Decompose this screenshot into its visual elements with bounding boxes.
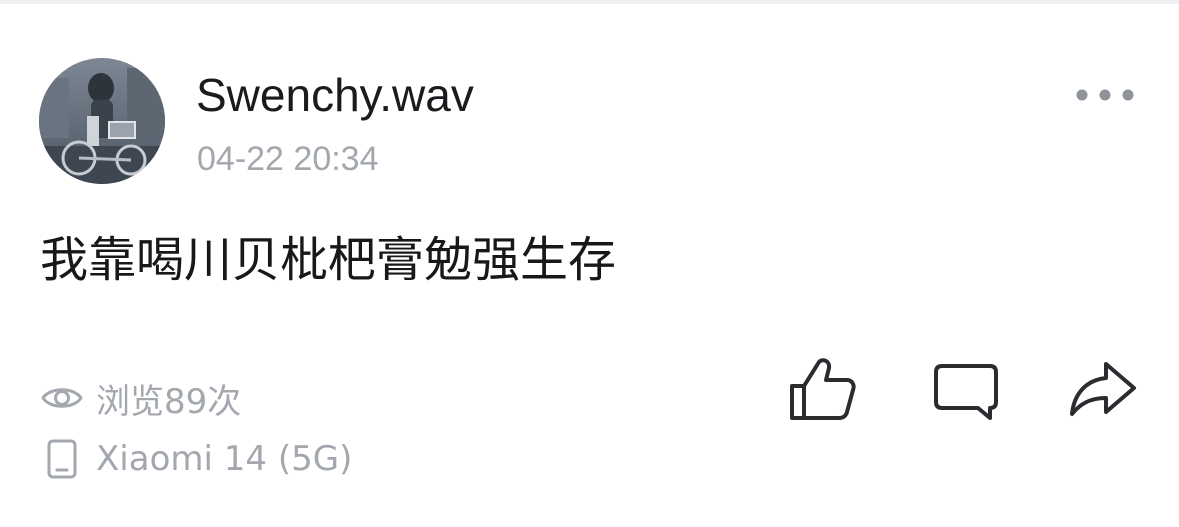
more-dots-icon <box>1076 89 1134 101</box>
like-button[interactable] <box>785 352 859 426</box>
share-button[interactable] <box>1064 352 1138 426</box>
share-icon <box>1070 362 1136 416</box>
post-content: 我靠喝川贝枇杷膏勉强生存 <box>40 232 617 288</box>
phone-icon <box>47 439 77 479</box>
more-options-button[interactable] <box>1070 80 1140 110</box>
comment-icon <box>934 364 998 420</box>
device-info: Xiaomi 14 (5G) <box>40 436 352 482</box>
top-divider <box>0 0 1179 4</box>
author-name[interactable]: Swenchy.wav <box>196 66 474 124</box>
view-count-label: 浏览89次 <box>96 381 242 422</box>
device-label: Xiaomi 14 (5G) <box>96 439 353 479</box>
view-count: 浏览89次 <box>40 376 242 422</box>
comment-button[interactable] <box>928 352 1002 426</box>
avatar[interactable] <box>39 58 165 184</box>
avatar-image <box>39 58 165 184</box>
post-timestamp: 04-22 20:34 <box>197 140 379 178</box>
thumbs-up-icon <box>790 358 856 420</box>
eye-icon <box>41 388 83 408</box>
